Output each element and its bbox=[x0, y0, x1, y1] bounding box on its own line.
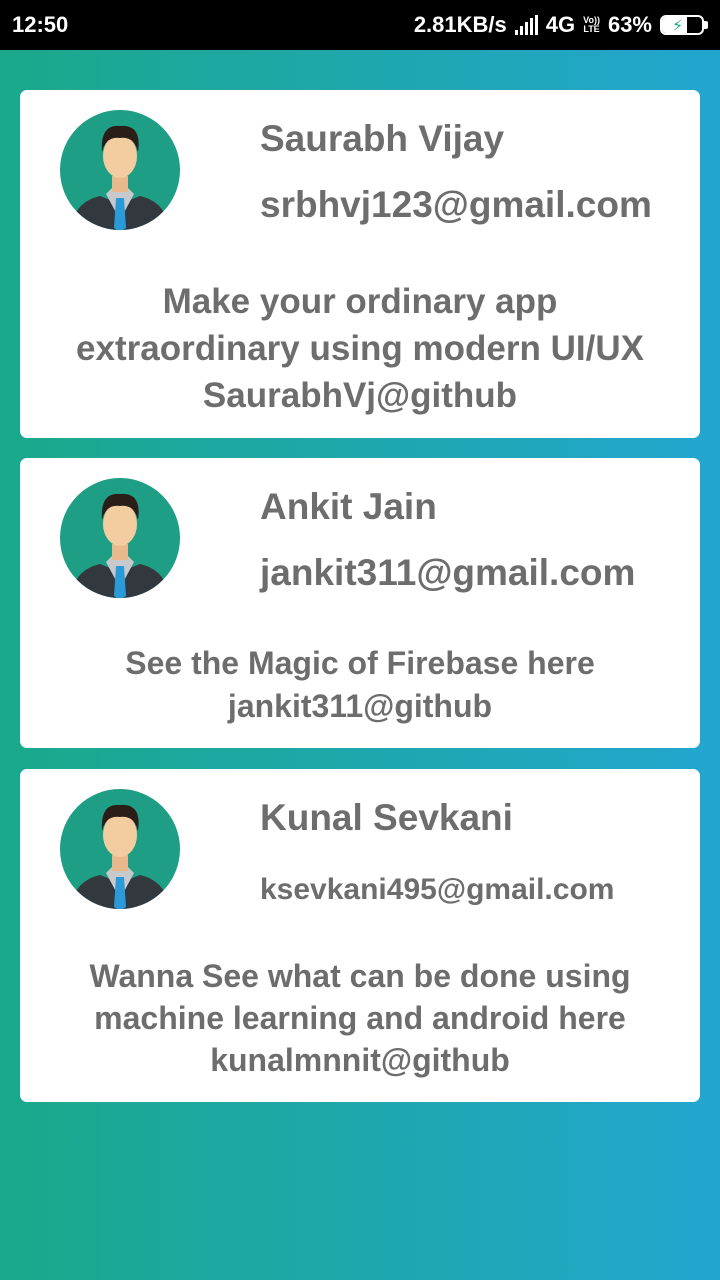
profile-description: See the Magic of Firebase here jankit311… bbox=[125, 645, 595, 724]
network-speed: 2.81KB/s bbox=[413, 12, 507, 37]
avatar-icon bbox=[60, 110, 180, 230]
profile-name: Ankit Jain bbox=[260, 486, 437, 527]
volte-icon: Vo)) LTE bbox=[583, 15, 600, 34]
avatar-icon bbox=[60, 789, 180, 909]
battery-percent: 63% bbox=[607, 12, 652, 37]
network-type: 4G bbox=[545, 12, 576, 37]
profile-email: jankit311@gmail.com bbox=[260, 552, 636, 593]
profile-email: ksevkani495@gmail.com bbox=[260, 873, 615, 906]
avatar-icon bbox=[60, 478, 180, 598]
status-time: 12:50 bbox=[12, 12, 69, 37]
profile-name: Kunal Sevkani bbox=[260, 797, 513, 838]
status-bar: 12:50 2.81KB/s 4G Vo)) LTE 63% ⚡ bbox=[0, 0, 720, 50]
profile-card-saurabh[interactable]: Saurabh Vijay srbhvj123@gmail.com Make y… bbox=[20, 90, 700, 438]
profile-description: Wanna See what can be done using machine… bbox=[89, 958, 631, 1078]
battery-icon: ⚡ bbox=[660, 15, 708, 35]
profile-description: Make your ordinary app extraordinary usi… bbox=[76, 282, 644, 415]
profile-card-ankit[interactable]: Ankit Jain jankit311@gmail.com See the M… bbox=[20, 458, 700, 748]
profile-name: Saurabh Vijay bbox=[260, 118, 505, 159]
status-indicators: 2.81KB/s 4G Vo)) LTE 63% ⚡ bbox=[414, 12, 708, 38]
profile-email: srbhvj123@gmail.com bbox=[260, 184, 652, 225]
signal-icon bbox=[514, 15, 538, 35]
profile-card-kunal[interactable]: Kunal Sevkani ksevkani495@gmail.com Wann… bbox=[20, 769, 700, 1102]
